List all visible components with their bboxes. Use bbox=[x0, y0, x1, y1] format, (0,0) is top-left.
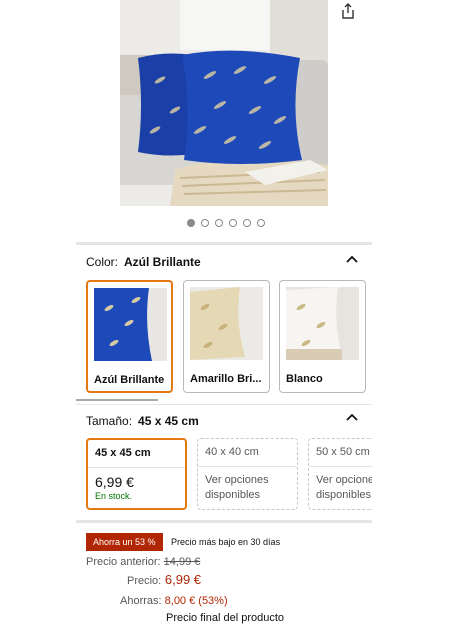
color-option-azul[interactable]: Azúl Brillante bbox=[86, 280, 173, 393]
size-option-label: 40 x 40 cm bbox=[198, 439, 297, 467]
section-divider bbox=[76, 404, 372, 405]
size-option-label: 45 x 45 cm bbox=[88, 440, 185, 468]
size-value: 45 x 45 cm bbox=[138, 414, 199, 428]
size-header[interactable]: Tamaño: 45 x 45 cm bbox=[86, 414, 199, 428]
discount-badge: Ahorra un 53 % bbox=[86, 533, 163, 551]
previous-price-label: Precio anterior: bbox=[86, 556, 161, 568]
previous-price-row: Precio anterior: 14,99 € bbox=[86, 556, 200, 568]
size-option-note-line: Ver opcione bbox=[316, 474, 372, 486]
stock-status: En stock. bbox=[95, 491, 133, 501]
swatch-image bbox=[94, 288, 167, 361]
chevron-up-icon[interactable] bbox=[346, 413, 358, 421]
size-option-50[interactable]: 50 x 50 cm Ver opcione disponibles bbox=[308, 438, 372, 510]
swatch-image bbox=[286, 287, 359, 360]
section-divider bbox=[76, 520, 372, 523]
carousel-dot[interactable] bbox=[243, 219, 251, 227]
share-icon[interactable] bbox=[339, 2, 357, 20]
price-label: Precio: bbox=[127, 575, 162, 587]
color-option-label: Amarillo Bri... bbox=[190, 373, 262, 385]
size-option-price: 6,99 € bbox=[95, 474, 134, 490]
previous-price-value: 14,99 € bbox=[163, 556, 201, 568]
color-option-label: Azúl Brillante bbox=[94, 374, 165, 386]
color-option-label: Blanco bbox=[286, 373, 323, 385]
color-label: Color: bbox=[86, 255, 119, 269]
chevron-up-icon[interactable] bbox=[346, 255, 358, 263]
color-header[interactable]: Color: Azúl Brillante bbox=[86, 255, 201, 269]
size-option-40[interactable]: 40 x 40 cm Ver opciones disponibles bbox=[197, 438, 298, 510]
savings-value: 8,00 € (53%) bbox=[164, 595, 228, 607]
carousel-dot[interactable] bbox=[215, 219, 223, 227]
carousel-dot[interactable] bbox=[187, 219, 195, 227]
size-option-note-line: disponibles bbox=[316, 489, 372, 501]
image-carousel-dots[interactable] bbox=[187, 219, 265, 227]
price-row: Precio: 6,99 € bbox=[127, 572, 201, 587]
swatch-image bbox=[190, 287, 263, 360]
size-option-note-line: disponibles bbox=[205, 489, 261, 501]
size-option-note: Ver opcione disponibles bbox=[309, 467, 372, 509]
size-option-note-line: Ver opciones bbox=[205, 474, 269, 486]
carousel-dot[interactable] bbox=[201, 219, 209, 227]
carousel-dot[interactable] bbox=[229, 219, 237, 227]
scroll-indicator bbox=[76, 399, 158, 401]
size-option-label: 50 x 50 cm bbox=[309, 439, 372, 467]
color-value: Azúl Brillante bbox=[124, 255, 201, 269]
lowest-price-note: Precio más bajo en 30 días bbox=[171, 537, 281, 547]
product-image[interactable] bbox=[120, 0, 328, 206]
final-price-note: Precio final del producto bbox=[166, 612, 285, 624]
size-option-45[interactable]: 45 x 45 cm 6,99 € En stock. bbox=[86, 438, 187, 510]
savings-row: Ahorras: 8,00 € (53%) bbox=[120, 595, 228, 607]
size-label: Tamaño: bbox=[86, 414, 133, 428]
carousel-dot[interactable] bbox=[257, 219, 265, 227]
section-divider bbox=[76, 242, 372, 245]
color-option-amarillo[interactable]: Amarillo Bri... bbox=[183, 280, 270, 393]
price-value: 6,99 € bbox=[164, 572, 202, 587]
savings-label: Ahorras: bbox=[120, 595, 162, 607]
color-option-blanco[interactable]: Blanco bbox=[279, 280, 366, 393]
size-option-note: Ver opciones disponibles bbox=[198, 467, 297, 509]
